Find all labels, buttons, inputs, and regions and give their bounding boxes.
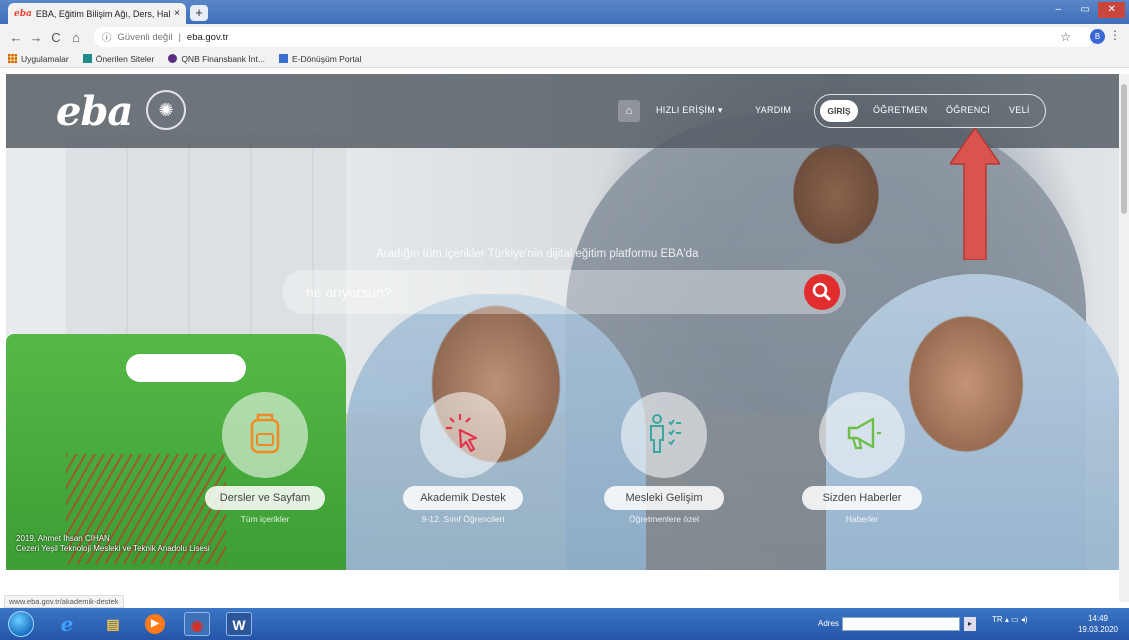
clock-date: 19.03.2020 (1077, 625, 1119, 634)
browser-menu-icon[interactable]: ⋮ (1109, 28, 1121, 42)
home-icon[interactable]: ⌂ (66, 30, 86, 45)
url-field[interactable]: ⓘ Güvenli değil | eba.gov.tr (94, 27, 1094, 47)
login-button[interactable]: GİRİŞ (820, 100, 858, 122)
start-button[interactable] (8, 611, 34, 637)
clock-time: 14:49 (1087, 614, 1109, 623)
backpack-icon (222, 392, 308, 478)
person-checklist-icon (621, 392, 707, 478)
tab-title: EBA, Eğitim Bilişim Ağı, Ders, Hal (35, 8, 171, 19)
search-input[interactable] (306, 282, 786, 302)
profile-avatar[interactable]: B (1090, 29, 1105, 44)
bookmark-label: QNB Finansbank İnt... (181, 53, 265, 64)
bookmark-star-icon[interactable]: ☆ (1060, 30, 1071, 44)
address-go-icon[interactable]: ▸ (964, 617, 976, 631)
site-home-button[interactable]: ⌂ (618, 100, 640, 122)
reload-icon[interactable]: C (46, 30, 66, 45)
hero-tagline: Aradığın tüm içerikler Türkiye'nin dijit… (376, 248, 699, 260)
minimize-button[interactable]: – (1045, 2, 1072, 18)
photo-credit-author: 2019, Ahmet İhsan CİHAN (16, 534, 110, 543)
bookmark-item-apps[interactable]: Uygulamalar (8, 54, 69, 64)
bookmark-item-edonusum[interactable]: E-Dönüşüm Portal (278, 53, 362, 64)
feature-sub: 9-12. Sınıf Öğrencileri (421, 514, 505, 524)
new-tab-button[interactable]: + (190, 5, 208, 21)
search-icon (812, 282, 831, 301)
media-player-icon[interactable]: ▶ (145, 614, 165, 634)
bookmark-item-qnb[interactable]: QNB Finansbank İnt... (168, 54, 265, 64)
address-bar-row: ← → C ⌂ ⓘ Güvenli değil | eba.gov.tr ☆ B… (0, 24, 1129, 50)
cursor-click-icon (420, 392, 506, 478)
feature-label: Sizden Haberler (802, 486, 922, 510)
system-tray[interactable]: TR ▴ ▭ ◂) (992, 615, 1028, 624)
bookmark-item-suggested[interactable]: Önerilen Siteler (82, 53, 155, 64)
nav-teacher[interactable]: ÖĞRETMEN (873, 105, 927, 115)
bing-icon (82, 54, 92, 63)
search-button[interactable] (804, 274, 840, 310)
nav-quick-access[interactable]: HIZLI ERİŞİM ▾ (656, 105, 723, 116)
security-label: Güvenli değil (117, 31, 173, 43)
eba-icon (278, 54, 288, 63)
feature-news[interactable]: Sizden Haberler Haberler (802, 392, 922, 524)
nav-student[interactable]: ÖĞRENCİ (946, 105, 990, 115)
address-toolbar-label: Adres (818, 619, 839, 628)
window-controls: – ▭ ✕ (1045, 2, 1126, 18)
feature-academic-support[interactable]: Akademik Destek 9-12. Sınıf Öğrencileri (403, 392, 523, 524)
scrollbar-thumb[interactable] (1121, 84, 1127, 214)
feature-label: Mesleki Gelişim (604, 486, 724, 510)
maximize-button[interactable]: ▭ (1072, 2, 1099, 18)
feature-sub: Öğretmenlere özel (629, 514, 699, 524)
link-status-bar: www.eba.gov.tr/akademik-destek (4, 595, 124, 608)
bookmark-label: Uygulamalar (21, 53, 69, 64)
tab-close-icon[interactable]: × (174, 8, 180, 19)
bookmarks-bar: Uygulamalar Önerilen Siteler QNB Finansb… (0, 50, 1129, 68)
back-arrow-icon[interactable]: ← (6, 30, 26, 45)
language-indicator[interactable]: TR (992, 615, 1003, 624)
browser-tab[interactable]: eba EBA, Eğitim Bilişim Ağı, Ders, Hal × (8, 3, 186, 24)
meb-emblem-icon[interactable]: ✺ (146, 90, 186, 130)
feature-label: Dersler ve Sayfam (205, 486, 325, 510)
url-separator: | (178, 31, 181, 43)
forward-arrow-icon[interactable]: → (26, 30, 46, 45)
nav-help[interactable]: YARDIM (755, 105, 791, 115)
word-icon[interactable]: W (226, 612, 252, 636)
clock[interactable]: 14:49 19.03.2020 (1072, 613, 1124, 635)
search-bar (282, 270, 846, 314)
browser-tab-bar: eba EBA, Eğitim Bilişim Ağı, Ders, Hal ×… (0, 0, 1129, 24)
feature-sub: Haberler (845, 514, 879, 524)
feature-sub: Tüm içerikler (240, 514, 290, 524)
bookmark-label: Önerilen Siteler (95, 53, 155, 64)
photo-credit-school: Cezeri Yeşil Teknoloji Mesleki ve Teknik… (16, 544, 210, 553)
info-icon[interactable]: ⓘ (102, 30, 112, 44)
eba-logo[interactable]: eba (56, 88, 133, 135)
bookmark-label: E-Dönüşüm Portal (291, 53, 362, 64)
megaphone-icon (819, 392, 905, 478)
photo-credit: 2019, Ahmet İhsan CİHAN Cezeri Yeşil Tek… (16, 534, 210, 554)
qnb-icon (168, 54, 178, 63)
chrome-icon[interactable]: ◉ (184, 612, 210, 636)
feature-professional-dev[interactable]: Mesleki Gelişim Öğretmenlere özel (604, 392, 724, 524)
nav-parent[interactable]: VELİ (1009, 105, 1030, 115)
annotation-arrow-icon (950, 128, 1000, 260)
feature-lessons[interactable]: Dersler ve Sayfam Tüm içerikler (205, 392, 325, 524)
eba-favicon-icon: eba (14, 8, 32, 19)
explorer-folder-icon[interactable]: ▤ (100, 612, 126, 636)
feature-label: Akademik Destek (403, 486, 523, 510)
apps-grid-icon (8, 54, 17, 63)
page-scrollbar[interactable] (1119, 74, 1129, 602)
close-window-button[interactable]: ✕ (1098, 2, 1126, 18)
windows-taskbar: e ▤ ▶ ◉ W Adres ▸ TR ▴ ▭ ◂) 14:49 19.03.… (0, 608, 1129, 640)
ie-icon[interactable]: e (54, 612, 80, 636)
address-toolbar-input[interactable] (842, 617, 960, 631)
url-text: eba.gov.tr (186, 31, 229, 43)
